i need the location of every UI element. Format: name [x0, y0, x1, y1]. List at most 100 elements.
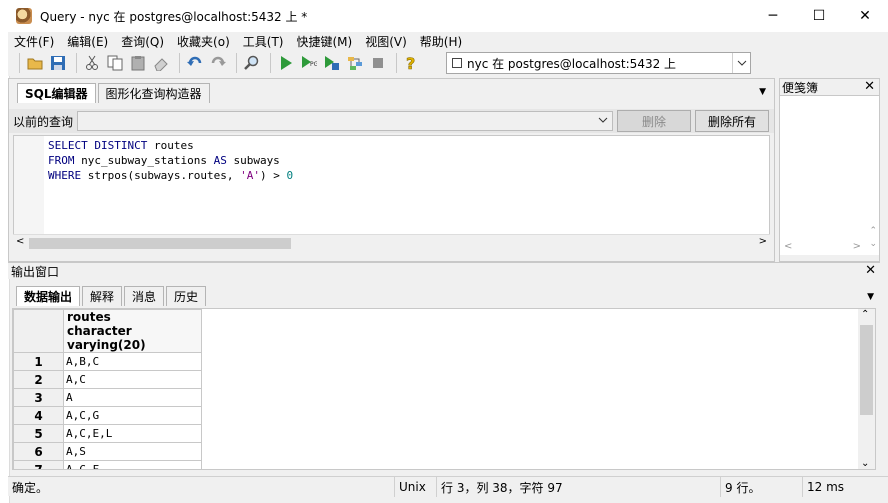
minimize-button[interactable]: ─ — [750, 0, 796, 32]
scroll-up-icon[interactable]: ⌃ — [861, 309, 869, 320]
menu-bar: 文件(F) 编辑(E) 查询(Q) 收藏夹(o) 工具(T) 快捷键(M) 视图… — [8, 32, 888, 50]
cancel-query-icon[interactable] — [368, 53, 388, 73]
delete-button[interactable]: 删除 — [617, 110, 691, 132]
scroll-up-icon[interactable]: ⌃ — [869, 226, 877, 236]
toolbar-separator — [76, 53, 77, 73]
toolbar: PG ? nyc 在 postgres@localhost:5432 上 — [8, 50, 888, 76]
menu-query[interactable]: 查询(Q) — [121, 33, 164, 50]
menu-edit[interactable]: 编辑(E) — [67, 33, 108, 50]
connection-status-icon — [452, 58, 462, 68]
tab-messages[interactable]: 消息 — [124, 286, 165, 306]
menu-file[interactable]: 文件(F) — [14, 33, 54, 50]
menu-tools[interactable]: 工具(T) — [243, 33, 284, 50]
table-cell[interactable]: A,C,F — [63, 460, 202, 469]
scroll-thumb[interactable] — [29, 238, 291, 249]
table-row[interactable]: 6 A,S — [13, 442, 202, 461]
window-title: Query - nyc 在 postgres@localhost:5432 上 … — [40, 9, 308, 24]
table-row[interactable]: 2 A,C — [13, 370, 202, 389]
row-number[interactable]: 4 — [13, 406, 64, 425]
chevron-down-icon[interactable] — [732, 53, 750, 73]
title-bar: Query - nyc 在 postgres@localhost:5432 上 … — [8, 0, 888, 32]
explain-icon[interactable] — [345, 53, 365, 73]
scroll-right-icon[interactable]: > — [759, 236, 767, 247]
scroll-down-icon[interactable]: ⌄ — [869, 239, 877, 249]
row-number[interactable]: 1 — [13, 352, 64, 371]
scroll-left-icon[interactable]: < — [784, 241, 792, 252]
maximize-button[interactable]: ☐ — [796, 0, 842, 32]
table-cell[interactable]: A,S — [63, 442, 202, 461]
menu-help[interactable]: 帮助(H) — [420, 33, 462, 50]
save-icon[interactable] — [48, 53, 68, 73]
svg-text:?: ? — [406, 55, 415, 71]
status-time: 12 ms — [802, 477, 888, 497]
close-button[interactable]: ✕ — [842, 0, 888, 32]
scroll-right-icon[interactable]: > — [853, 241, 861, 252]
table-cell[interactable]: A,C,E,L — [63, 424, 202, 443]
editor-gutter — [14, 136, 44, 250]
toolbar-separator — [19, 53, 20, 73]
row-number[interactable]: 2 — [13, 370, 64, 389]
notepad-textarea[interactable]: ⌃ ⌄ < > — [780, 95, 879, 255]
copy-icon[interactable] — [105, 53, 125, 73]
help-icon[interactable]: ? — [402, 53, 422, 73]
table-cell[interactable]: A,B,C — [63, 352, 202, 371]
table-row[interactable]: 7 A,C,F — [13, 460, 202, 469]
toolbar-separator — [270, 53, 271, 73]
status-message: 确定。 — [12, 480, 49, 495]
paste-icon[interactable] — [128, 53, 148, 73]
row-number[interactable]: 6 — [13, 442, 64, 461]
table-row[interactable]: 5 A,C,E,L — [13, 424, 202, 443]
tab-sql-editor[interactable]: SQL编辑器 — [17, 83, 96, 103]
execute-pgscript-icon[interactable]: PG — [299, 53, 319, 73]
undo-icon[interactable] — [185, 53, 205, 73]
menu-favourites[interactable]: 收藏夹(o) — [177, 33, 230, 50]
execute-icon[interactable] — [276, 53, 296, 73]
menu-view[interactable]: 视图(V) — [365, 33, 407, 50]
tab-history[interactable]: 历史 — [166, 286, 207, 306]
row-number[interactable]: 7 — [13, 460, 64, 469]
connection-label: nyc 在 postgres@localhost:5432 上 — [467, 56, 677, 71]
cut-icon[interactable] — [82, 53, 102, 73]
tab-explain[interactable]: 解释 — [82, 286, 123, 306]
row-number[interactable]: 5 — [13, 424, 64, 443]
tab-data-output[interactable]: 数据输出 — [16, 286, 81, 306]
menu-macros[interactable]: 快捷键(M) — [296, 33, 352, 50]
sql-code[interactable]: SELECT DISTINCT routes FROM nyc_subway_s… — [48, 138, 293, 183]
scroll-thumb[interactable] — [860, 325, 873, 415]
output-title-label: 输出窗口 — [11, 264, 60, 279]
table-row[interactable]: 1 A,B,C — [13, 352, 202, 371]
table-cell[interactable]: A,C — [63, 370, 202, 389]
grid-vertical-scrollbar[interactable]: ⌃ ⌄ — [858, 309, 875, 469]
output-window-title: 输出窗口 ✕ — [8, 262, 880, 279]
tab-graphical-query-builder[interactable]: 图形化查询构造器 — [97, 83, 210, 103]
previous-queries-select[interactable] — [77, 111, 613, 131]
panel-menu-arrow-icon[interactable]: ▼ — [867, 292, 874, 302]
table-cell[interactable]: A — [63, 388, 202, 407]
editor-horizontal-scrollbar[interactable]: < > — [13, 234, 770, 251]
data-output-grid: routes character varying(20) 1 A,B,C 2 A,C… — [12, 308, 876, 470]
toolbar-separator — [179, 53, 180, 73]
output-tabs: 数据输出 解释 消息 历史 — [16, 286, 208, 306]
delete-all-button[interactable]: 删除所有 — [695, 110, 769, 132]
connection-select[interactable]: nyc 在 postgres@localhost:5432 上 — [446, 52, 751, 74]
eraser-icon[interactable] — [151, 53, 171, 73]
corner-header[interactable] — [13, 309, 64, 353]
close-icon[interactable]: ✕ — [864, 79, 875, 94]
previous-queries-row: 以前的查询 删除 删除所有 — [9, 109, 774, 133]
execute-to-file-icon[interactable] — [322, 53, 342, 73]
column-type: character varying(20) — [67, 324, 146, 352]
pgadmin-elephant-icon — [16, 8, 32, 24]
find-icon[interactable] — [242, 53, 262, 73]
panel-menu-arrow-icon[interactable]: ▼ — [759, 87, 766, 97]
open-folder-icon[interactable] — [25, 53, 45, 73]
redo-icon[interactable] — [208, 53, 228, 73]
table-row[interactable]: 3A — [13, 388, 202, 407]
scroll-down-icon[interactable]: ⌄ — [861, 458, 869, 469]
table-row[interactable]: 4 A,C,G — [13, 406, 202, 425]
row-number[interactable]: 3 — [13, 388, 64, 407]
column-header-routes[interactable]: routes character varying(20) — [63, 309, 202, 353]
scroll-left-icon[interactable]: < — [16, 236, 24, 247]
close-icon[interactable]: ✕ — [865, 263, 876, 278]
chevron-down-icon[interactable] — [598, 116, 608, 126]
table-cell[interactable]: A,C,G — [63, 406, 202, 425]
